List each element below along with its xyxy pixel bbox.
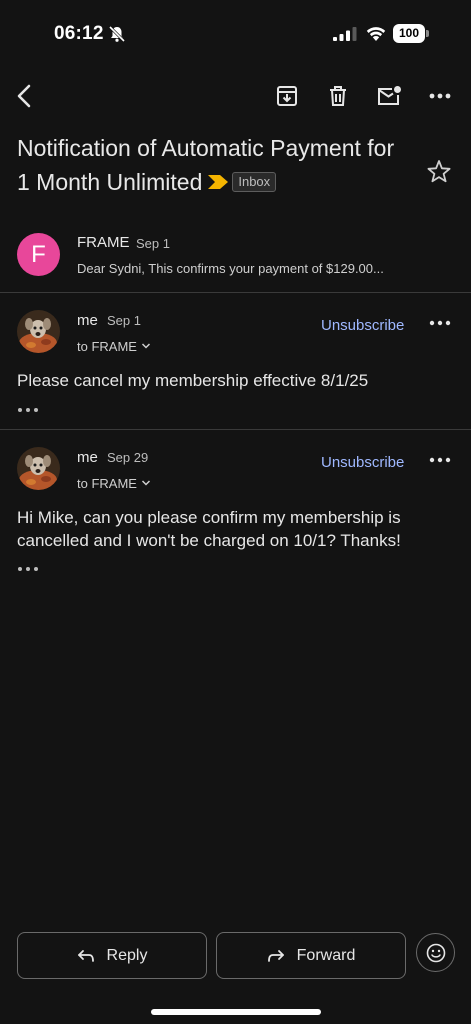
avatar: F	[17, 233, 60, 276]
email-subject: Notification of Automatic Payment for 1 …	[17, 131, 407, 199]
back-button[interactable]	[8, 80, 40, 112]
more-icon[interactable]	[428, 315, 452, 331]
sender-name: FRAME	[77, 234, 130, 251]
unsubscribe-link[interactable]: Unsubscribe	[321, 454, 404, 471]
battery-icon: 100	[393, 24, 429, 43]
divider	[0, 292, 471, 293]
trash-icon	[330, 86, 346, 106]
subject-text: Notification of Automatic Payment for 1 …	[17, 135, 395, 195]
unsubscribe-link[interactable]: Unsubscribe	[321, 317, 404, 334]
battery-tip	[426, 30, 429, 37]
more-icon	[429, 93, 451, 99]
delete-button[interactable]	[322, 80, 354, 112]
mark-unread-button[interactable]	[373, 80, 405, 112]
forward-icon	[267, 949, 284, 962]
message-expanded: me Sep 29 to FRAME Unsubscribe Hi Mike, …	[0, 432, 471, 592]
status-bar: 06:12 100	[0, 0, 471, 66]
chevron-down-icon	[141, 343, 150, 349]
divider	[0, 429, 471, 430]
message-date: Sep 29	[107, 450, 149, 465]
home-indicator	[151, 1009, 321, 1015]
recipient-text: to FRAME	[77, 339, 137, 354]
forward-label: Forward	[296, 946, 356, 964]
archive-button[interactable]	[271, 80, 303, 112]
forward-button[interactable]: Forward	[216, 932, 406, 979]
reply-icon	[77, 949, 94, 962]
back-arrow-icon	[17, 84, 31, 108]
sender-name: me	[77, 312, 98, 329]
message-expanded: me Sep 1 to FRAME Unsubscribe Please can…	[0, 295, 471, 429]
message-snippet: Dear Sydni, This confirms your payment o…	[77, 261, 384, 276]
reply-button[interactable]: Reply	[17, 932, 207, 979]
wifi-icon	[366, 27, 386, 41]
chevron-down-icon	[141, 480, 150, 486]
mark-unread-icon	[378, 86, 401, 105]
show-trimmed-content-icon[interactable]	[17, 405, 39, 415]
sender-name: me	[77, 449, 98, 466]
smiley-icon	[426, 943, 445, 962]
archive-icon	[277, 86, 297, 106]
more-icon[interactable]	[428, 452, 452, 468]
bell-slash-icon	[108, 25, 126, 43]
message-collapsed-frame[interactable]: F FRAME Sep 1 Dear Sydni, This confirms …	[0, 218, 471, 292]
message-body: Please cancel my membership effective 8/…	[17, 371, 369, 390]
cellular-signal-icon	[333, 27, 357, 41]
show-trimmed-content-icon[interactable]	[17, 564, 39, 574]
message-date: Sep 1	[136, 236, 170, 251]
emoji-reaction-button[interactable]	[416, 933, 455, 972]
recipients-toggle[interactable]: to FRAME	[77, 476, 151, 491]
recipient-text: to FRAME	[77, 476, 137, 491]
important-marker-icon[interactable]	[208, 175, 229, 189]
star-icon[interactable]	[425, 158, 453, 186]
inbox-label[interactable]: Inbox	[232, 172, 277, 192]
more-options-button[interactable]	[424, 80, 456, 112]
reply-label: Reply	[106, 946, 148, 964]
message-date: Sep 1	[107, 313, 141, 328]
avatar	[17, 447, 60, 490]
message-body: Hi Mike, can you please confirm my membe…	[17, 508, 401, 550]
avatar	[17, 310, 60, 353]
recipients-toggle[interactable]: to FRAME	[77, 339, 151, 354]
battery-level: 100	[393, 24, 425, 43]
status-time: 06:12	[54, 23, 104, 44]
